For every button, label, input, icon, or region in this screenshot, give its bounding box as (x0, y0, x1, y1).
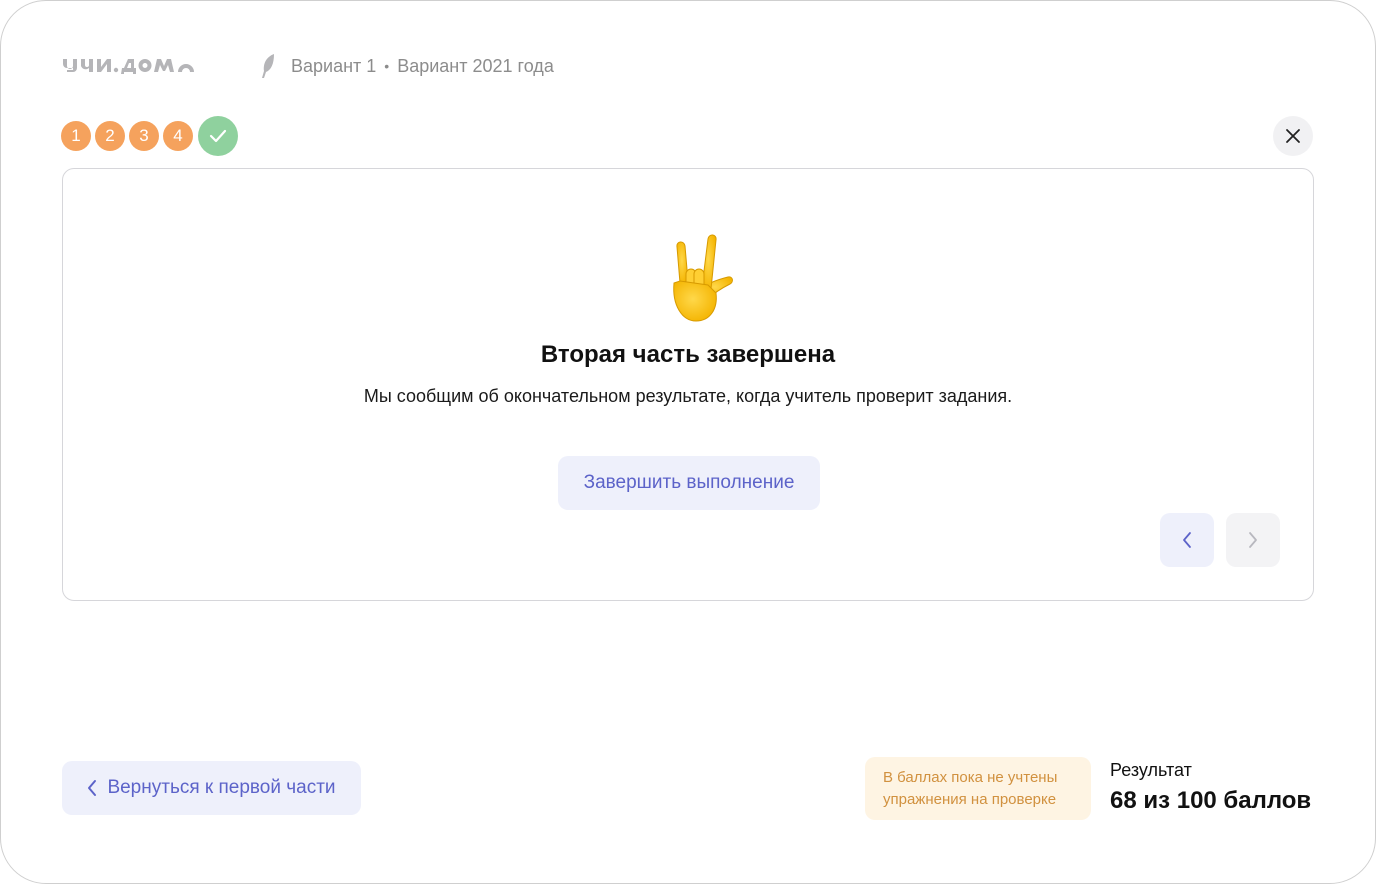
love-you-gesture-hand-icon (673, 234, 733, 322)
completion-card: Вторая часть завершена Мы сообщим об око… (62, 168, 1314, 601)
checkmark-icon (209, 129, 227, 143)
back-button-label: Вернуться к первой части (107, 777, 336, 798)
variant-label: Вариант 1 (291, 55, 377, 76)
separator-dot: • (384, 58, 390, 74)
step-4[interactable]: 4 (163, 121, 193, 151)
variant-breadcrumb: Вариант 1 • Вариант 2021 года (259, 53, 554, 79)
chevron-left-icon (88, 780, 97, 796)
close-icon (1286, 129, 1300, 143)
back-to-first-part-button[interactable]: Вернуться к первой части (62, 761, 361, 815)
previous-button[interactable] (1160, 513, 1214, 567)
chevron-left-icon (1183, 532, 1191, 548)
step-1[interactable]: 1 (61, 121, 91, 151)
next-button[interactable] (1226, 513, 1280, 567)
logo (61, 53, 223, 79)
card-description: Мы сообщим об окончательном результате, … (363, 386, 1013, 406)
variant-year: Вариант 2021 года (397, 55, 554, 76)
step-2[interactable]: 2 (95, 121, 125, 151)
feather-icon (259, 53, 279, 79)
finish-button[interactable]: Завершить выполнение (558, 456, 820, 510)
progress-steps: 1 2 3 4 (61, 116, 238, 156)
close-button[interactable] (1273, 116, 1313, 156)
chevron-right-icon (1249, 532, 1257, 548)
card-title: Вторая часть завершена (540, 341, 836, 368)
app-frame: Вариант 1 • Вариант 2021 года 1 2 3 4 Вт… (0, 0, 1376, 884)
result-label: Результат (1110, 760, 1192, 780)
pending-review-notice: В баллах пока не учтены упражнения на пр… (865, 757, 1091, 820)
step-3[interactable]: 3 (129, 121, 159, 151)
step-done[interactable] (198, 116, 238, 156)
result-value: 68 из 100 баллов (1110, 787, 1312, 814)
